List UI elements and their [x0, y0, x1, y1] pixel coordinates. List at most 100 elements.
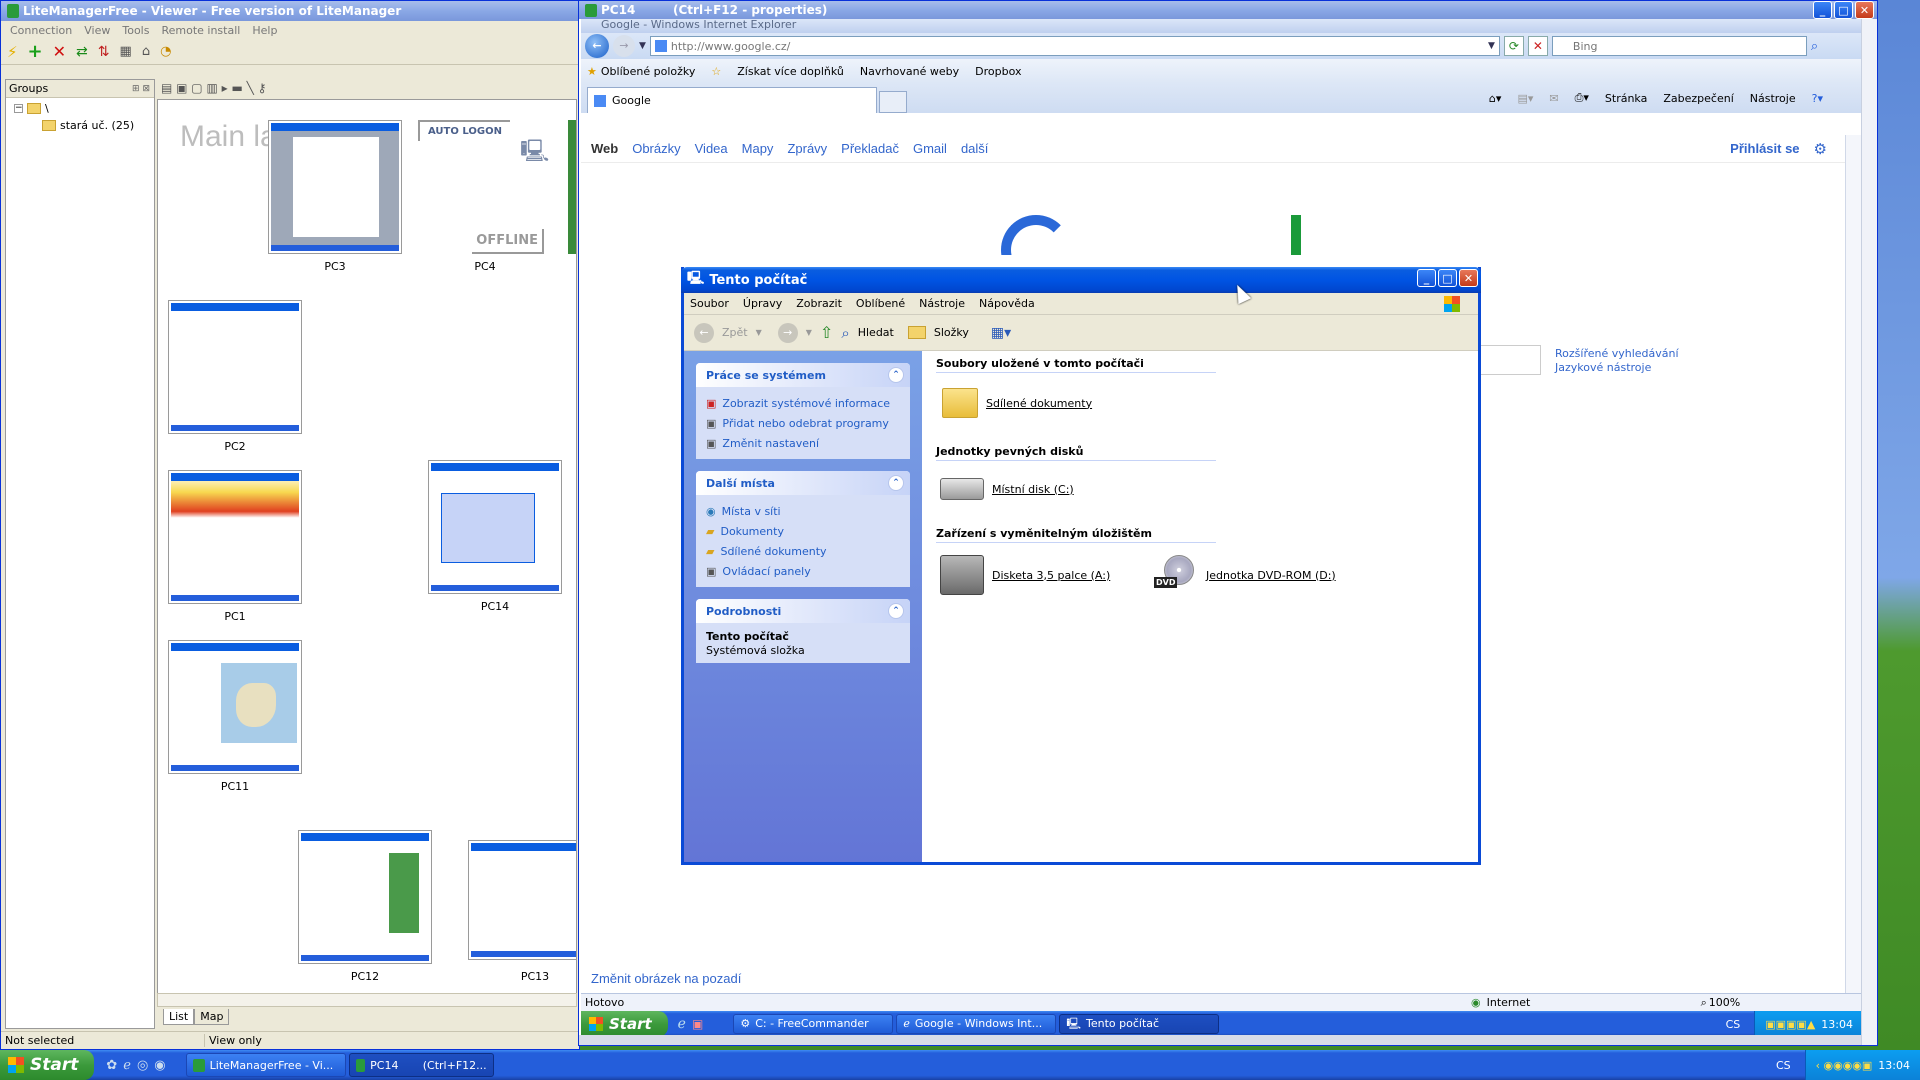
address-bar[interactable]: http://www.google.cz/ ▼ — [649, 36, 1500, 56]
collapse-icon[interactable]: ⌃ — [888, 367, 904, 383]
back-label[interactable]: Zpět — [722, 326, 748, 339]
item-floppy[interactable]: Disketa 3,5 palce (A:) — [936, 551, 1126, 599]
gbar-videos[interactable]: Videa — [695, 141, 728, 156]
grid-icon[interactable]: ▦ — [120, 44, 132, 59]
search-input[interactable] — [1572, 39, 1773, 53]
pc12-thumbnail[interactable] — [298, 830, 432, 964]
maximize-button[interactable]: □ — [1834, 1, 1853, 19]
feeds-icon[interactable]: ▤▾ — [1517, 92, 1533, 105]
refresh-icon[interactable]: ⇄ — [76, 44, 88, 60]
chat-icon[interactable]: ◔ — [160, 44, 171, 59]
minimize-button[interactable]: _ — [1417, 269, 1436, 287]
pin-icon[interactable]: ⊞ ⊠ — [132, 84, 150, 94]
language-indicator[interactable]: CS — [1776, 1059, 1791, 1072]
details-header[interactable]: Podrobnosti ⌃ — [696, 599, 910, 623]
menu-tools[interactable]: Tools — [117, 24, 154, 37]
sync-icon[interactable]: ⇅ — [98, 44, 110, 60]
quicklaunch-icons[interactable]: ✿ℯ◎◉ — [106, 1058, 171, 1073]
forward-icon[interactable]: → — [613, 35, 635, 57]
fav-item-suggested[interactable]: Navrhované weby — [860, 65, 959, 78]
item-dvd[interactable]: DVD Jednotka DVD-ROM (D:) — [1154, 551, 1336, 599]
tree-root[interactable]: − \ — [6, 98, 154, 115]
maximize-button[interactable]: □ — [1438, 269, 1457, 287]
litemanager-titlebar[interactable]: LiteManagerFree - Viewer - Free version … — [1, 1, 579, 21]
menu-security[interactable]: Zabezpečení — [1663, 92, 1733, 105]
forward-icon[interactable]: → — [777, 322, 798, 343]
system-tasks-header[interactable]: Práce se systémem ⌃ — [696, 363, 910, 387]
view-icon[interactable]: ▤ ▣ ▢ ▥ ▸ ▬ ╲ ⚷ — [161, 81, 266, 95]
ie-titlebar[interactable]: Google - Windows Internet Explorer — [581, 19, 1863, 33]
menu-help[interactable]: Nápověda — [979, 297, 1035, 310]
up-folder-icon[interactable]: ⇧ — [820, 323, 833, 342]
tree-child[interactable]: stará uč. (25) — [6, 115, 154, 132]
address-dropdown-icon[interactable]: ▼ — [1488, 41, 1499, 51]
menu-remote-install[interactable]: Remote install — [156, 24, 245, 37]
gbar-translate[interactable]: Překladač — [841, 141, 899, 156]
favorites-button[interactable]: ★ Oblíbené položky — [587, 65, 695, 78]
folders-label[interactable]: Složky — [934, 326, 969, 339]
horizontal-scrollbar[interactable] — [157, 993, 577, 1007]
quicklaunch-app-icon[interactable]: ▣ — [692, 1017, 703, 1031]
taskbar-item-mycomputer[interactable]: 🖳 Tento počítač — [1059, 1013, 1220, 1035]
item-shared-documents[interactable]: Sdílené dokumenty — [936, 381, 1474, 425]
task-add-remove[interactable]: ▣ Přidat nebo odebrat programy — [706, 413, 900, 433]
gbar-web[interactable]: Web — [591, 141, 618, 156]
gbar-images[interactable]: Obrázky — [632, 141, 680, 156]
menu-connection[interactable]: Connection — [5, 24, 77, 37]
connect-icon[interactable]: ⚡ — [7, 43, 18, 61]
tab-google[interactable]: Google — [587, 87, 877, 113]
collapse-icon[interactable]: ⌃ — [888, 475, 904, 491]
menu-view[interactable]: View — [79, 24, 115, 37]
search-icon[interactable]: ⌕ — [841, 324, 849, 342]
pc11-thumbnail[interactable] — [168, 640, 302, 774]
tab-map[interactable]: Map — [194, 1009, 230, 1025]
pc2-thumbnail[interactable] — [168, 300, 302, 434]
print-icon[interactable]: ⎙▾ — [1575, 91, 1589, 105]
new-tab-button[interactable] — [879, 91, 907, 113]
menu-edit[interactable]: Úpravy — [743, 297, 782, 310]
taskbar-item-litemanager[interactable]: LiteManagerFree - Vi... — [185, 1053, 346, 1077]
tab-list[interactable]: List — [163, 1009, 195, 1025]
home-icon[interactable]: ⌂▾ — [1489, 92, 1502, 105]
other-places-header[interactable]: Další místa ⌃ — [696, 471, 910, 495]
pc14-hscrollbar[interactable] — [579, 1035, 1861, 1045]
search-label[interactable]: Hledat — [858, 326, 894, 339]
pc14-vscrollbar[interactable] — [1861, 19, 1877, 1045]
menu-favorites[interactable]: Oblíbené — [856, 297, 905, 310]
fav-item-dropbox[interactable]: Dropbox — [975, 65, 1021, 78]
gbar-gmail[interactable]: Gmail — [913, 141, 947, 156]
taskbar-item-pc14[interactable]: PC14 (Ctrl+F12... — [348, 1053, 494, 1077]
place-documents[interactable]: ▰ Dokumenty — [706, 521, 900, 541]
close-button[interactable]: ✕ — [1459, 269, 1478, 287]
gear-icon[interactable]: ⚙ — [1814, 140, 1827, 158]
place-network[interactable]: ◉ Místa v síti — [706, 501, 900, 521]
tray-icons[interactable]: ▣▣▣▣▲ — [1765, 1018, 1815, 1031]
tray-icons[interactable]: ‹ ◉◉◉◉▣ — [1816, 1059, 1873, 1072]
taskbar-item-ie[interactable]: ℯ Google - Windows Int... — [896, 1013, 1057, 1035]
task-change-settings[interactable]: ▣ Změnit nastavení — [706, 433, 900, 453]
add-icon[interactable]: + — [28, 41, 43, 62]
edge-thumbnail[interactable] — [568, 120, 576, 254]
folders-icon[interactable] — [907, 326, 926, 339]
fav-item-addons[interactable]: Získat více doplňků — [737, 65, 844, 78]
minimize-button[interactable]: _ — [1813, 1, 1832, 19]
close-button[interactable]: ✕ — [1855, 1, 1874, 19]
menu-help[interactable]: Help — [247, 24, 282, 37]
place-control-panel[interactable]: ▣ Ovládací panely — [706, 561, 900, 581]
language-indicator[interactable]: CS — [1726, 1018, 1741, 1031]
dropdown-icon[interactable]: ▼ — [756, 328, 762, 337]
zoom-text[interactable]: 100% — [1707, 996, 1740, 1009]
pc1-thumbnail[interactable] — [168, 470, 302, 604]
explorer-titlebar[interactable]: 🖳 Tento počítač _ □ ✕ — [681, 267, 1481, 293]
add-favorite-icon[interactable]: ☆ — [711, 65, 721, 78]
advanced-search-link[interactable]: Rozšířené vyhledávání — [1555, 347, 1679, 360]
pc13-thumbnail[interactable] — [468, 840, 576, 960]
search-field-fragment[interactable] — [1481, 345, 1541, 375]
back-icon[interactable]: ← — [585, 34, 609, 58]
pc14-thumbnail[interactable] — [428, 460, 562, 594]
gbar-maps[interactable]: Mapy — [742, 141, 774, 156]
signin-link[interactable]: Přihlásit se — [1730, 141, 1799, 156]
search-icon[interactable]: ⌕ — [1811, 39, 1818, 54]
menu-view[interactable]: Zobrazit — [796, 297, 842, 310]
start-button[interactable]: Start — [0, 1050, 95, 1080]
